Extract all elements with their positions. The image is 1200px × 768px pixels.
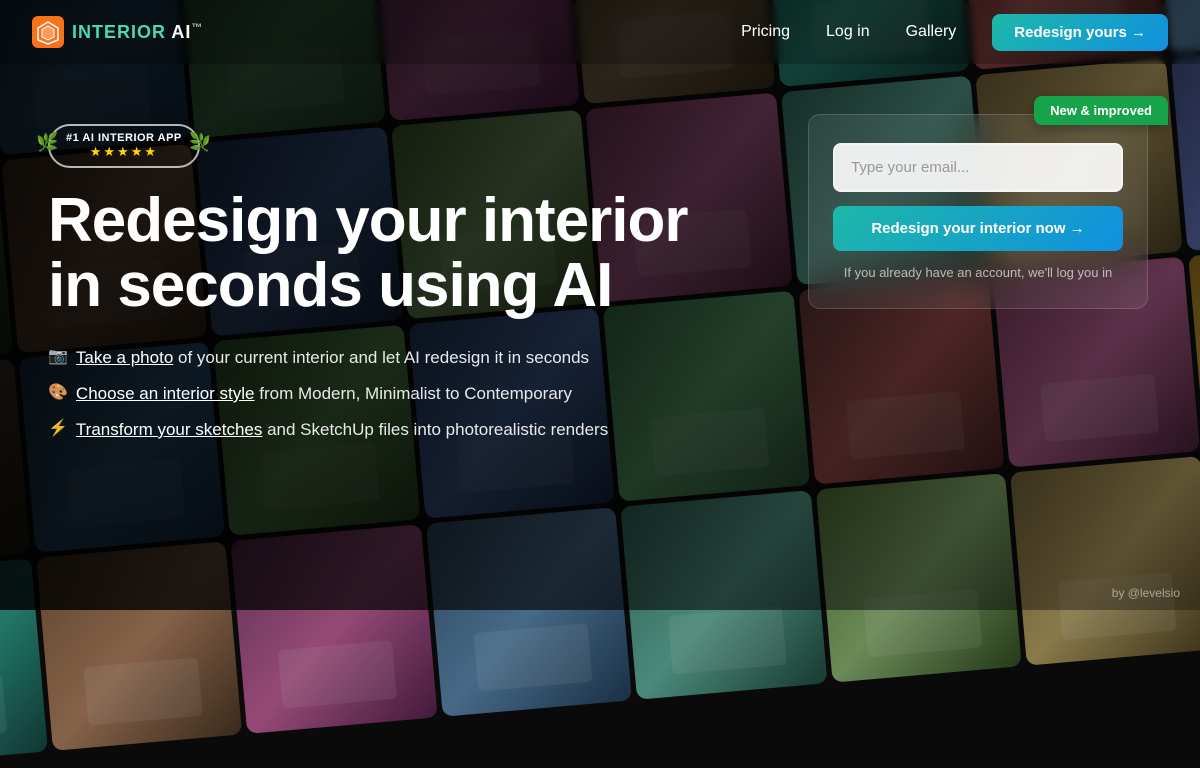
award-stars: ★★★★★ — [90, 144, 158, 160]
logo-area: INTERIOR AI™ — [32, 16, 741, 48]
feature-item-sketch: ⚡ Transform your sketches and SketchUp f… — [48, 418, 768, 442]
award-badge: #1 AI Interior App ★★★★★ — [48, 124, 200, 168]
signup-column: New & improved Redesign your interior no… — [808, 104, 1148, 309]
signin-note: If you already have an account, we'll lo… — [833, 265, 1123, 280]
redesign-now-button[interactable]: Redesign your interior now → — [833, 206, 1123, 251]
feature-sketch-text: Transform your sketches and SketchUp fil… — [76, 418, 608, 442]
nav-pricing[interactable]: Pricing — [741, 23, 790, 41]
headline-line2: in seconds using AI — [48, 251, 612, 320]
logo-ai: AI — [166, 22, 191, 42]
logo-interior: INTERIOR — [72, 22, 166, 42]
nav-links: Pricing Log in Gallery Redesign yours → — [741, 14, 1168, 51]
new-improved-badge: New & improved — [1034, 96, 1168, 125]
feature-photo-link[interactable]: Take a photo — [76, 348, 173, 367]
features-list: 📷 Take a photo of your current interior … — [48, 346, 768, 441]
main-content: #1 AI Interior App ★★★★★ Redesign your i… — [0, 64, 1200, 610]
nav-gallery[interactable]: Gallery — [906, 23, 957, 41]
new-badge-container: New & improved — [1034, 96, 1168, 125]
navbar-cta-button[interactable]: Redesign yours → — [992, 14, 1168, 51]
attribution: by @levelsio — [1112, 586, 1180, 600]
award-title: #1 AI Interior App — [66, 132, 182, 144]
hero-headline: Redesign your interior in seconds using … — [48, 188, 768, 318]
award-badge-area: #1 AI Interior App ★★★★★ — [48, 124, 768, 168]
feature-style-link[interactable]: Choose an interior style — [76, 384, 255, 403]
palette-icon: 🎨 — [48, 382, 68, 404]
feature-sketch-link[interactable]: Transform your sketches — [76, 420, 262, 439]
logo-icon — [32, 16, 64, 48]
hero-left-column: #1 AI Interior App ★★★★★ Redesign your i… — [48, 104, 768, 442]
logo-trademark: ™ — [191, 22, 203, 34]
email-input[interactable] — [833, 143, 1123, 192]
camera-icon: 📷 — [48, 346, 68, 368]
feature-item-style: 🎨 Choose an interior style from Modern, … — [48, 382, 768, 406]
feature-photo-text: Take a photo of your current interior an… — [76, 346, 589, 370]
navbar: INTERIOR AI™ Pricing Log in Gallery Rede… — [0, 0, 1200, 64]
lightning-icon: ⚡ — [48, 418, 68, 440]
nav-login[interactable]: Log in — [826, 23, 870, 41]
signup-card: Redesign your interior now → If you alre… — [808, 114, 1148, 309]
logo-text: INTERIOR AI™ — [72, 22, 203, 43]
feature-item-photo: 📷 Take a photo of your current interior … — [48, 346, 768, 370]
headline-line1: Redesign your interior — [48, 186, 687, 255]
feature-style-text: Choose an interior style from Modern, Mi… — [76, 382, 572, 406]
